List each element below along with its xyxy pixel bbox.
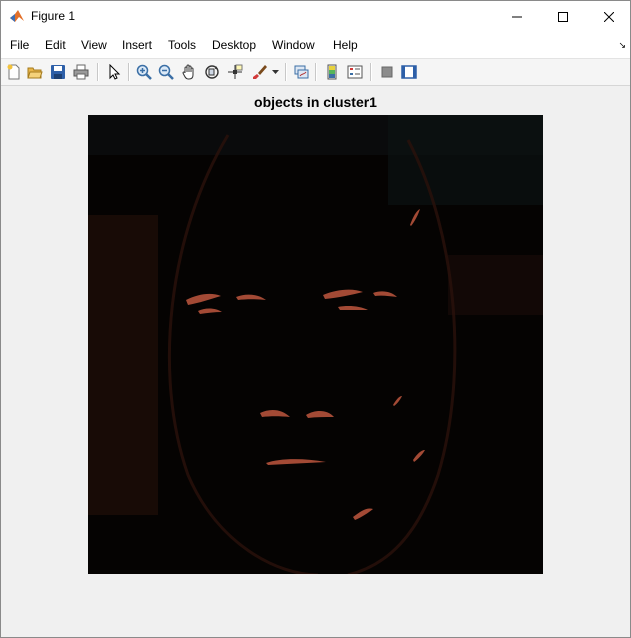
menu-file[interactable]: File [10,38,29,52]
hide-plot-tools-icon[interactable] [377,62,397,82]
legend-icon[interactable] [345,62,365,82]
new-figure-icon[interactable] [4,62,24,82]
minimize-icon [512,16,522,17]
window-title: Figure 1 [31,9,76,23]
toolbar-separator [315,63,317,81]
axes-title: objects in cluster1 [254,94,377,110]
toolbar-separator [128,63,130,81]
dock-arrow-icon[interactable]: ↘ [618,40,626,51]
toolbar-separator [370,63,372,81]
face-image-content [88,115,543,574]
menu-help[interactable]: Help [333,38,358,52]
title-bar[interactable]: Figure 1 [1,1,630,32]
menu-bar: File Edit View Insert Tools Desktop Wind… [1,32,630,58]
figure-window: Figure 1 File Edit View Insert Tools Des… [0,0,631,638]
menu-insert[interactable]: Insert [122,38,152,52]
menu-tools[interactable]: Tools [168,38,196,52]
menu-view[interactable]: View [81,38,107,52]
save-icon[interactable] [48,62,68,82]
minimize-button[interactable] [494,1,540,32]
data-cursor-icon[interactable] [225,62,245,82]
maximize-icon [558,11,568,22]
brush-icon[interactable] [249,62,269,82]
maximize-button[interactable] [540,1,586,32]
zoom-out-icon[interactable] [156,62,176,82]
show-plot-tools-icon[interactable] [399,62,419,82]
rotate-3d-icon[interactable] [202,62,222,82]
figure-toolbar [1,58,630,86]
matlab-icon [10,10,24,22]
cluster-image[interactable] [88,115,543,574]
close-icon [604,11,614,22]
toolbar-separator [97,63,99,81]
menu-window[interactable]: Window [272,38,315,52]
zoom-in-icon[interactable] [134,62,154,82]
open-file-icon[interactable] [25,62,45,82]
brush-dropdown-icon[interactable] [270,62,280,82]
toolbar-separator [285,63,287,81]
pan-hand-icon[interactable] [179,62,199,82]
close-button[interactable] [586,1,631,32]
print-icon[interactable] [71,62,91,82]
edit-plot-arrow-icon[interactable] [104,62,124,82]
colorbar-icon[interactable] [322,62,342,82]
menu-edit[interactable]: Edit [45,38,66,52]
link-plot-icon[interactable] [291,62,311,82]
menu-desktop[interactable]: Desktop [212,38,256,52]
